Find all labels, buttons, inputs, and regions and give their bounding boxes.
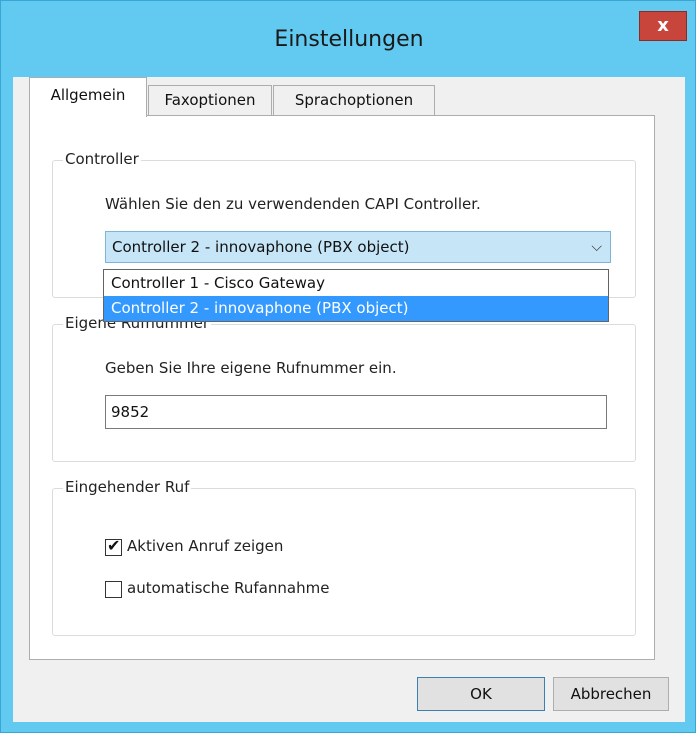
tab-allgemein[interactable]: Allgemein: [29, 77, 147, 117]
eingehender-ruf-group: Eingehender Ruf ✔ Aktiven Anruf zeigen a…: [52, 478, 636, 636]
cancel-button[interactable]: Abbrechen: [553, 677, 669, 711]
tab-faxoptionen[interactable]: Faxoptionen: [148, 85, 272, 115]
tab-sprachoptionen[interactable]: Sprachoptionen: [273, 85, 435, 115]
controller-dropdown-list: Controller 1 - Cisco Gateway Controller …: [103, 269, 609, 322]
controller-select[interactable]: Controller 2 - innovaphone (PBX object) …: [105, 231, 611, 263]
controller-selected-value: Controller 2 - innovaphone (PBX object): [112, 238, 410, 256]
dropdown-option[interactable]: Controller 1 - Cisco Gateway: [104, 271, 608, 296]
rufnummer-instruction: Geben Sie Ihre eigene Rufnummer ein.: [105, 359, 397, 377]
dialog-client: Allgemein Faxoptionen Sprachoptionen Con…: [13, 77, 685, 722]
settings-window: Einstellungen x Allgemein Faxoptionen Sp…: [0, 0, 696, 733]
ok-button[interactable]: OK: [417, 677, 545, 711]
close-icon: x: [657, 15, 669, 36]
rufnummer-input[interactable]: 9852: [105, 395, 607, 429]
controller-instruction: Wählen Sie den zu verwendenden CAPI Cont…: [105, 195, 481, 213]
automatische-rufannahme-checkbox[interactable]: [105, 581, 122, 598]
window-title: Einstellungen: [274, 27, 424, 52]
eingehender-ruf-legend: Eingehender Ruf: [63, 478, 192, 496]
rufnummer-group: Eigene Rufnummer Geben Sie Ihre eigene R…: [52, 314, 636, 462]
tab-panel-allgemein: Controller Wählen Sie den zu verwendende…: [29, 115, 655, 660]
dropdown-option-selected[interactable]: Controller 2 - innovaphone (PBX object): [104, 296, 608, 321]
aktiven-anruf-checkbox[interactable]: ✔: [105, 536, 122, 556]
aktiven-anruf-label[interactable]: Aktiven Anruf zeigen: [127, 537, 283, 555]
automatische-rufannahme-label[interactable]: automatische Rufannahme: [127, 579, 329, 597]
controller-legend: Controller: [63, 150, 141, 168]
chevron-down-icon[interactable]: ⌵: [591, 232, 602, 262]
checkmark-icon: ✔: [107, 536, 121, 555]
close-button[interactable]: x: [639, 11, 687, 41]
